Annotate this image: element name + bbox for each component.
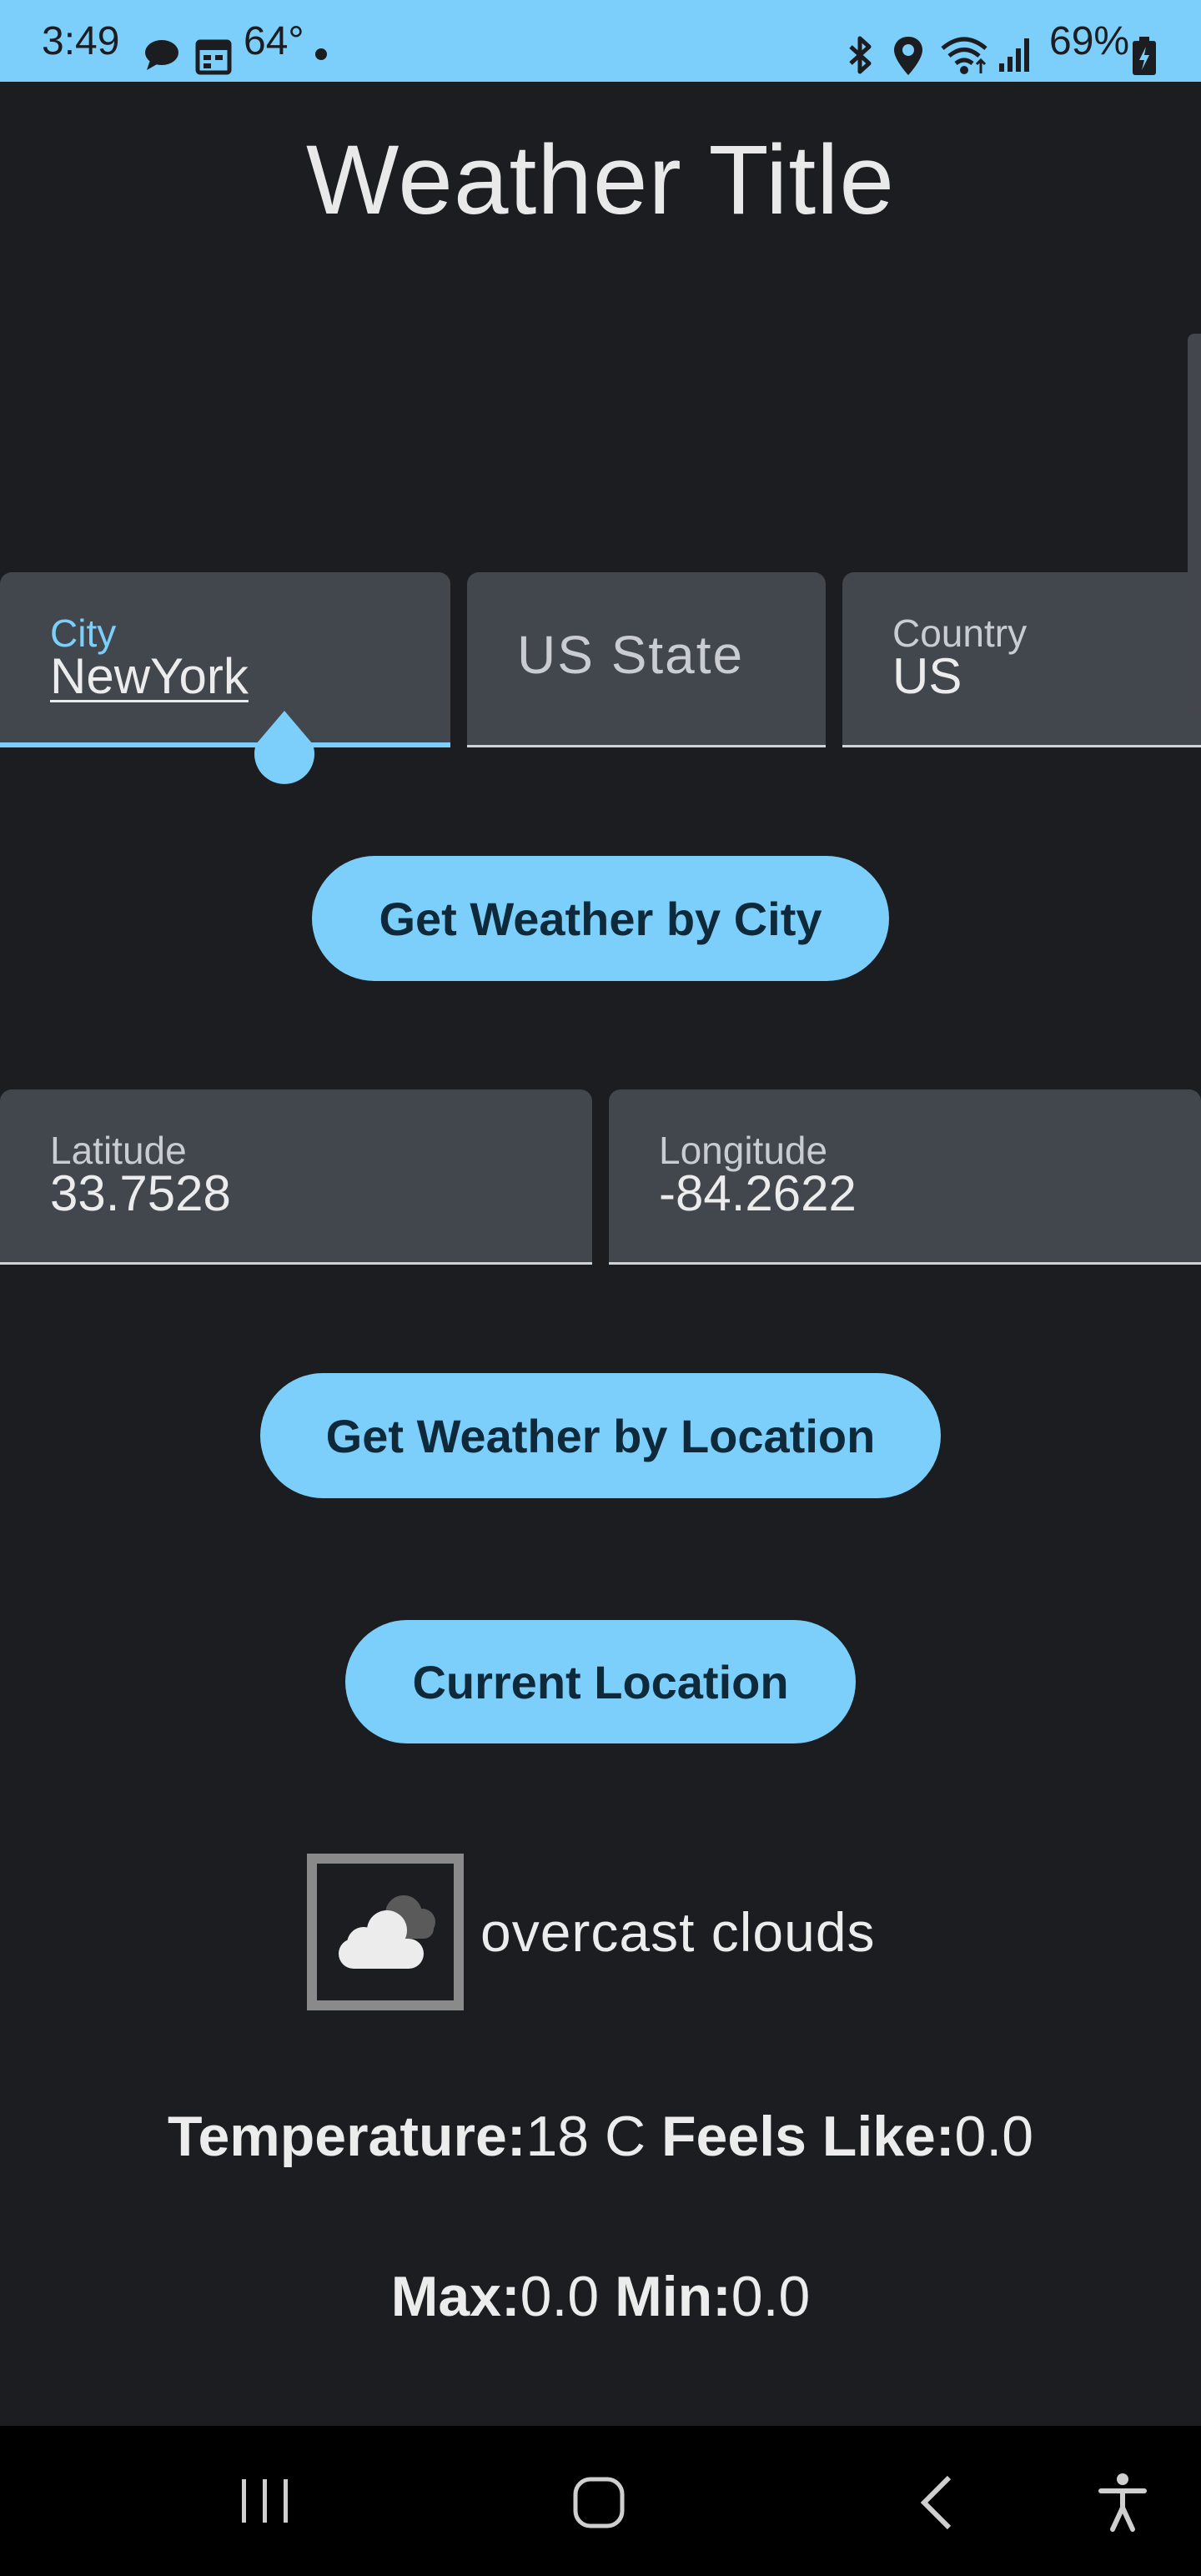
max-label: Max: — [390, 2265, 520, 2328]
signal-icon — [999, 38, 1029, 72]
temperature-label: Temperature: — [167, 2105, 526, 2168]
battery-charging-icon — [1133, 37, 1156, 75]
longitude-field[interactable]: Longitude -84.2622 — [609, 1089, 1201, 1265]
min-label: Min: — [615, 2265, 731, 2328]
country-field-value[interactable]: US — [892, 647, 962, 705]
location-pin-icon — [894, 37, 922, 75]
status-bar: 3:49 64° 69% — [0, 0, 1201, 82]
dot-icon — [315, 48, 327, 60]
longitude-field-value[interactable]: -84.2622 — [659, 1165, 857, 1222]
latitude-field[interactable]: Latitude 33.7528 — [0, 1089, 592, 1265]
weather-description: overcast clouds — [480, 1901, 876, 1963]
overcast-clouds-icon — [339, 1895, 435, 1969]
back-icon[interactable] — [917, 2474, 954, 2531]
chat-bubble-icon — [145, 40, 178, 70]
navigation-bar — [0, 2426, 1201, 2576]
city-field-value[interactable]: NewYork — [50, 647, 249, 705]
city-field[interactable]: City NewYork — [0, 572, 450, 747]
status-time: 3:49 — [42, 19, 120, 63]
min-value: 0.0 — [731, 2265, 811, 2328]
country-field[interactable]: Country US — [842, 572, 1201, 747]
scrollbar[interactable] — [1188, 334, 1201, 714]
weather-icon-frame — [307, 1854, 464, 2010]
us-state-placeholder: US State — [517, 625, 745, 685]
status-battery: 69% — [1049, 19, 1130, 63]
temperature-value: 18 C — [525, 2105, 646, 2168]
accessibility-icon[interactable] — [1098, 2473, 1148, 2533]
page-title: Weather Title — [305, 125, 896, 235]
current-location-button[interactable]: Current Location — [345, 1620, 856, 1743]
wifi-icon — [941, 37, 987, 74]
text-cursor-handle[interactable] — [253, 711, 316, 789]
feels-like-value: 0.0 — [954, 2105, 1034, 2168]
recent-apps-icon[interactable] — [239, 2476, 292, 2526]
max-value: 0.0 — [520, 2265, 600, 2328]
latitude-field-value[interactable]: 33.7528 — [50, 1165, 231, 1222]
home-icon[interactable] — [572, 2476, 626, 2529]
bluetooth-icon — [849, 36, 872, 74]
max-min-line: Max:0.0 Min:0.0 — [0, 2264, 1201, 2329]
temperature-line: Temperature:18 C Feels Like:0.0 — [0, 2104, 1201, 2169]
get-weather-by-city-button[interactable]: Get Weather by City — [312, 856, 889, 981]
get-weather-by-location-button[interactable]: Get Weather by Location — [260, 1373, 941, 1498]
status-temperature: 64° — [244, 19, 304, 63]
feels-like-label: Feels Like: — [661, 2105, 955, 2168]
us-state-field[interactable]: US State — [467, 572, 826, 747]
calendar-icon — [195, 39, 232, 75]
